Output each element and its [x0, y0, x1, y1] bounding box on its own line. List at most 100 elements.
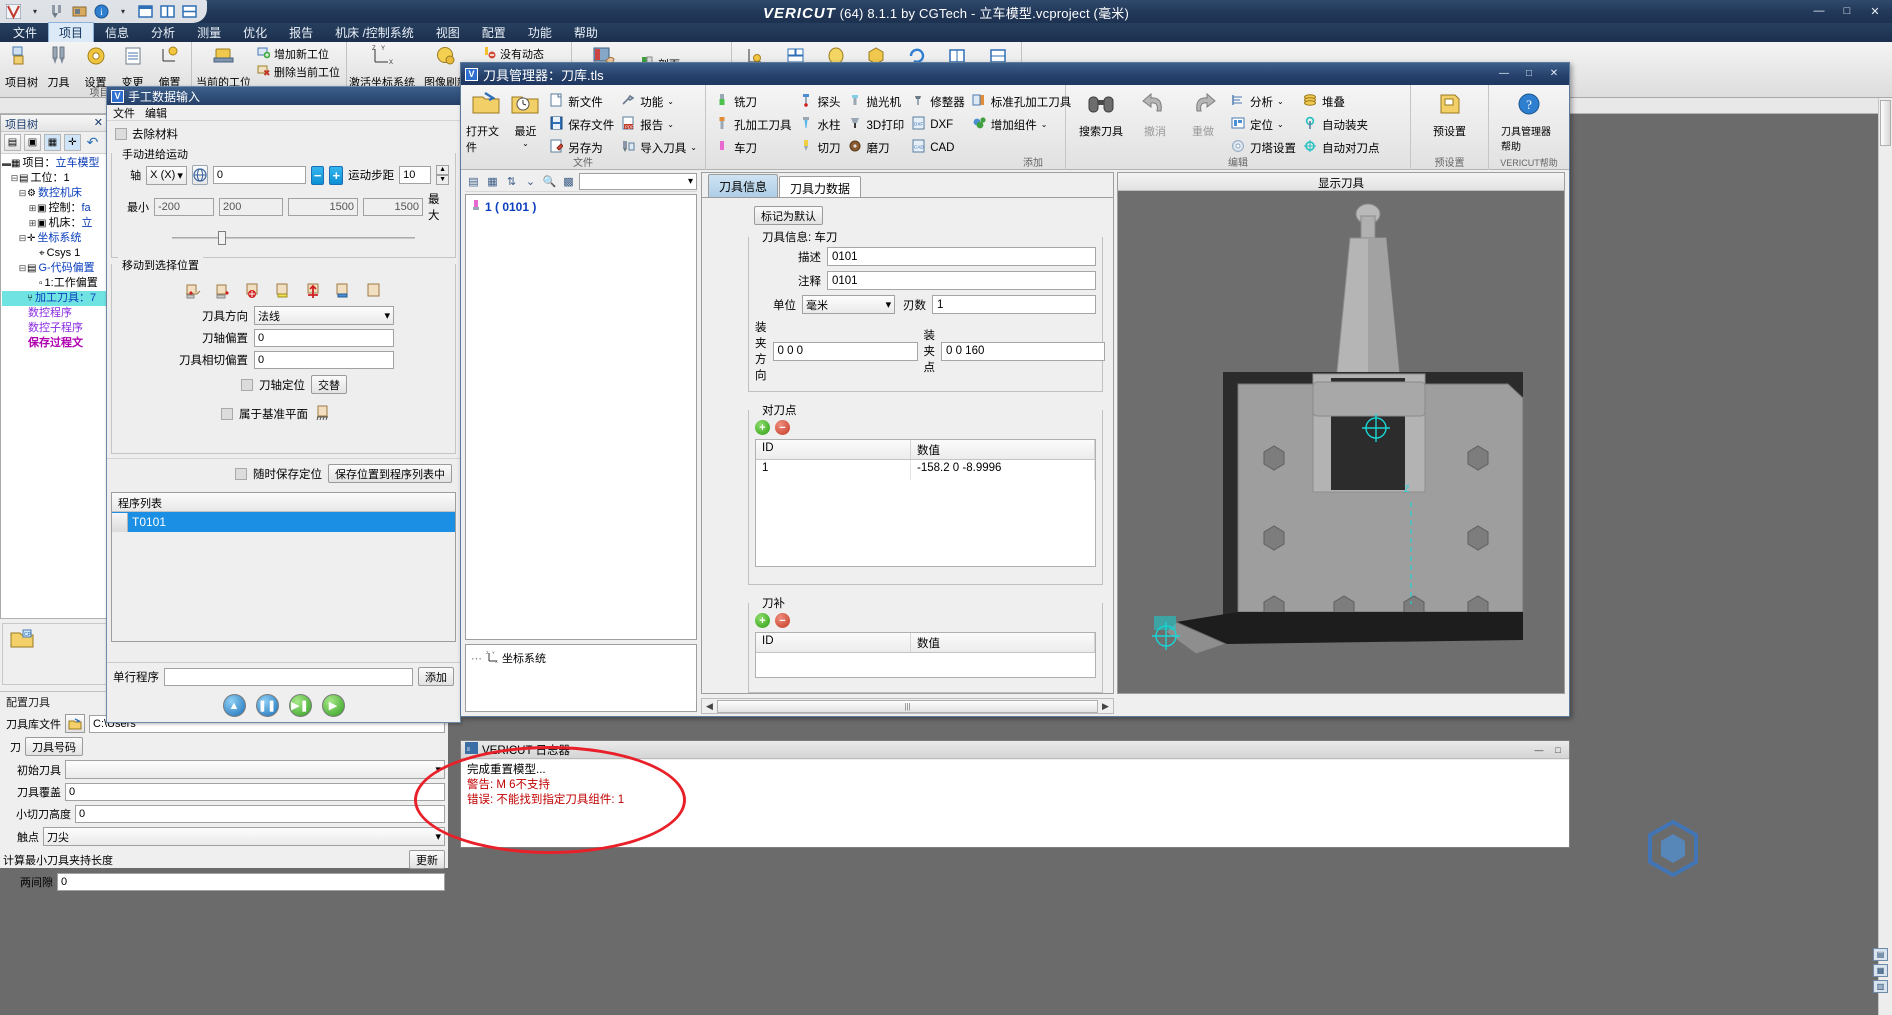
- limit3-input[interactable]: [288, 198, 359, 216]
- quick-access-toolbar[interactable]: ▾ i ▾: [0, 0, 207, 23]
- grid-icon[interactable]: ▦: [484, 173, 501, 190]
- tool-list-toolbar[interactable]: ▤ ▦ ⇅ ⌄ 🔍 ▩ ▾: [465, 172, 697, 192]
- chevron-down-icon-2[interactable]: ▾: [113, 3, 133, 21]
- save-position-button[interactable]: 保存位置到程序列表中: [328, 464, 452, 483]
- menu-info[interactable]: 信息: [94, 22, 140, 43]
- tm-btn-waterjet[interactable]: 水柱: [795, 114, 844, 135]
- tm-btn-auto-clamp[interactable]: 自动装夹: [1299, 114, 1383, 135]
- tm-btn-save-file[interactable]: 保存文件: [545, 114, 617, 135]
- info-icon[interactable]: i: [91, 3, 111, 21]
- pause-button[interactable]: ❚❚: [255, 694, 279, 717]
- status-icon-1[interactable]: ▤: [1873, 948, 1888, 961]
- globe-icon[interactable]: [191, 165, 208, 185]
- main-window-controls[interactable]: — □ ✕: [1806, 2, 1888, 20]
- tool-csys-row[interactable]: ⋯ ZYX 坐标系统: [471, 650, 691, 666]
- list-icon[interactable]: ▤: [465, 173, 482, 190]
- tool-view-canvas[interactable]: Z: [1118, 192, 1564, 693]
- log-window-controls[interactable]: — □: [1531, 743, 1566, 756]
- playback-controls[interactable]: ▲ ❚❚ ▶❚ ▶: [107, 690, 460, 717]
- open-folder-icon-large[interactable]: CP: [9, 628, 35, 655]
- chevron-down-icon-axis[interactable]: ▾: [177, 169, 183, 182]
- maximize-button[interactable]: □: [1834, 2, 1860, 20]
- ribbon-btn-delete-station[interactable]: 删除当前工位: [253, 63, 344, 80]
- tree-node-station[interactable]: ⊟ ▤ 工位：1: [2, 171, 106, 186]
- add-tool-point-button[interactable]: +: [755, 420, 770, 435]
- tangent-offset-input[interactable]: [254, 351, 394, 369]
- tool-info-tabs[interactable]: 刀具信息 刀具力数据: [702, 173, 1113, 197]
- undo-icon[interactable]: ↶: [84, 134, 101, 151]
- chevron-down-icon-sort[interactable]: ⌄: [522, 173, 539, 190]
- chevron-down-icon[interactable]: ▾: [25, 3, 45, 21]
- tree-node-save-process[interactable]: 保存过程文: [2, 336, 106, 351]
- tm-btn-function[interactable]: 功能 ⌄: [617, 91, 700, 112]
- field-input-clamp-point[interactable]: [941, 341, 1105, 361]
- tm-btn-probe[interactable]: 探头: [795, 91, 844, 112]
- tm-btn-std-hole-tool[interactable]: 标准孔加工刀具: [968, 91, 1075, 112]
- tree-node-work-offset[interactable]: ▫ 1:工作偏置: [2, 276, 106, 291]
- filter-icon[interactable]: ▩: [560, 173, 577, 190]
- compensation-grid[interactable]: ID 数值: [755, 632, 1096, 678]
- tab-tool-info[interactable]: 刀具信息: [708, 174, 779, 197]
- field-input-comment[interactable]: [827, 271, 1096, 290]
- increment-button[interactable]: +: [329, 165, 344, 185]
- tm-btn-polisher[interactable]: 抛光机: [844, 91, 908, 112]
- field-input-flutes[interactable]: [932, 295, 1096, 314]
- step-spinner[interactable]: ▲ ▼: [436, 165, 450, 185]
- tm-minimize-button[interactable]: —: [1493, 66, 1515, 81]
- cfg-input-tool-override[interactable]: [65, 783, 445, 801]
- tm-btn-position[interactable]: 定位 ⌄: [1227, 114, 1299, 135]
- expander-icon-5[interactable]: ⊞: [28, 216, 37, 231]
- tm-btn-new-file[interactable]: 新文件: [545, 91, 617, 112]
- field-input-clamp-dir[interactable]: [772, 341, 918, 361]
- menu-optimize[interactable]: 优化: [232, 22, 278, 43]
- tool-direction-select[interactable]: 法线 ▾: [254, 306, 394, 325]
- sort-asc-icon[interactable]: ⇅: [503, 173, 520, 190]
- tool-csys-panel[interactable]: ⋯ ZYX 坐标系统: [465, 644, 697, 712]
- field-input-description[interactable]: [827, 247, 1096, 266]
- feed-slider-knob[interactable]: [218, 231, 227, 245]
- cfg-button-update[interactable]: 更新: [409, 850, 445, 869]
- tool-manager-window-controls[interactable]: — □ ✕: [1493, 66, 1565, 81]
- tm-btn-mill[interactable]: 铣刀: [711, 91, 795, 112]
- cfg-combo-initial-tool[interactable]: ▾: [65, 760, 445, 779]
- limit2-input[interactable]: [219, 198, 284, 216]
- project-tree-toolbar[interactable]: ▤ ▣ ▦ ✛ ↶: [1, 132, 107, 154]
- move-icon-4[interactable]: [273, 280, 294, 300]
- tree-link-mach[interactable]: 立: [81, 216, 92, 231]
- tool-list-item[interactable]: 1 ( 0101 ): [470, 199, 692, 214]
- compensation-actions[interactable]: + −: [755, 613, 1096, 628]
- remove-material-checkbox[interactable]: [115, 128, 127, 140]
- search-icon[interactable]: 🔍: [541, 173, 558, 190]
- mdi-menu-file[interactable]: 文件: [113, 105, 135, 121]
- tm-btn-hole-tool[interactable]: 孔加工刀具: [711, 114, 795, 135]
- step-spin-up[interactable]: ▲: [436, 165, 450, 175]
- log-minimize-button[interactable]: —: [1531, 743, 1547, 756]
- tool-point-actions[interactable]: + −: [755, 420, 1096, 435]
- layout-vertical-icon[interactable]: [157, 3, 177, 21]
- tm-btn-dxf[interactable]: DXF DXF: [907, 114, 968, 135]
- ribbon-btn-no-motion[interactable]: 没有动态: [479, 45, 548, 62]
- tool-point-grid[interactable]: ID 数值 1 -158.2 0 -8.9996: [755, 439, 1096, 567]
- chevron-down-icon-filter[interactable]: ▾: [688, 176, 693, 187]
- expander-icon-2[interactable]: ⊟: [10, 171, 19, 186]
- close-button[interactable]: ✕: [1862, 2, 1888, 20]
- cfg-input-clearance[interactable]: [57, 873, 445, 891]
- tm-btn-stack[interactable]: 堆叠: [1299, 91, 1383, 112]
- menu-view[interactable]: 视图: [425, 22, 471, 43]
- layout-horizontal-icon[interactable]: [179, 3, 199, 21]
- hscroll-left-button[interactable]: ◀: [702, 701, 717, 712]
- reset-button[interactable]: ▲: [222, 694, 246, 717]
- chevron-down-icon-position[interactable]: ⌄: [1277, 120, 1284, 129]
- chevron-down-icon-recent[interactable]: ⌄: [522, 139, 529, 148]
- project-tree-body[interactable]: ▬ ▦ 项目： 立车模型 ⊟ ▤ 工位：1 ⊟ ⚙ 数控机床 ⊞ ▣ 控制： fa …: [1, 154, 107, 353]
- step-input[interactable]: [399, 166, 432, 184]
- open-icon[interactable]: ▣: [24, 134, 41, 151]
- tm-btn-report[interactable]: PDF 报告 ⌄: [617, 114, 700, 135]
- chevron-down-icon-component[interactable]: ⌄: [1041, 120, 1048, 129]
- menu-machine-control[interactable]: 机床 /控制系统: [324, 22, 425, 43]
- desktop-scrollbar-thumb[interactable]: [1880, 100, 1891, 146]
- add-compensation-button[interactable]: +: [755, 613, 770, 628]
- ribbon-btn-add-station[interactable]: 增加新工位: [253, 45, 344, 62]
- menu-project[interactable]: 项目: [48, 22, 95, 43]
- move-icon-5[interactable]: [303, 280, 324, 300]
